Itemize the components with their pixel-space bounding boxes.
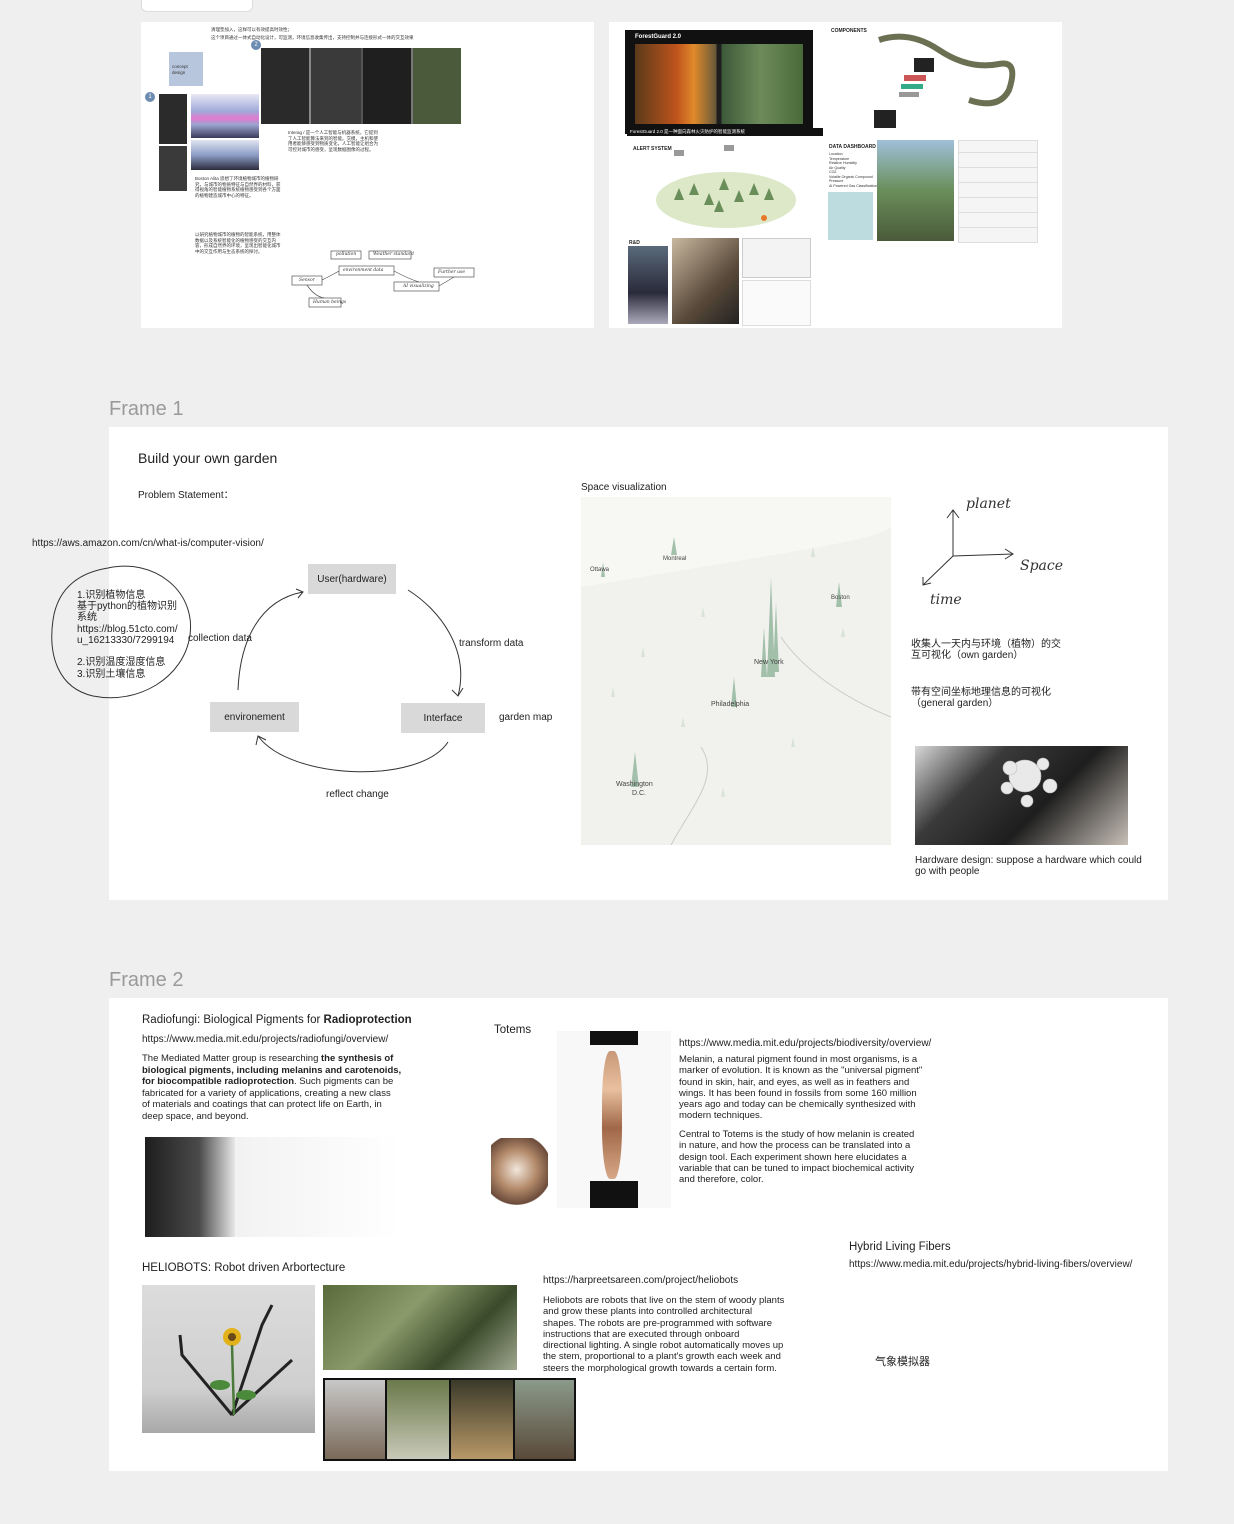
marker-2[interactable]: 2 xyxy=(251,40,261,50)
map-label-montreal: Montreal xyxy=(663,556,687,562)
list-line-7: 3.识别土壤信息 xyxy=(77,669,146,680)
map-label-newyork: New York xyxy=(754,659,784,666)
heliobots-arbortecture-strip[interactable] xyxy=(323,1378,576,1461)
dashboard-item-list: Location Temperature Relative Humidity A… xyxy=(829,152,878,188)
space-visualization-label: Space visualization xyxy=(581,482,667,493)
forestguard-caption: ForestGuard 2.0 是一种面向森林火灾防护的智能监测系统 xyxy=(627,128,823,136)
hardware-caption-1: Hardware design: suppose a hardware whic… xyxy=(915,855,1142,866)
hybrid-fibers-link[interactable]: https://www.media.mit.edu/projects/hybri… xyxy=(849,1259,1132,1271)
totems-paragraph-1: Melanin, a natural pigment found in most… xyxy=(679,1054,923,1122)
flow-pollution: pollution xyxy=(336,252,357,257)
radiofungi-paragraph: The Mediated Matter group is researching… xyxy=(142,1053,402,1122)
map-label-dc: D.C. xyxy=(632,790,646,797)
frame-2-title[interactable]: Frame 2 xyxy=(109,969,183,992)
body-text-interag: Interag / 是一个人工智能与机器系统，它提到了人工智能算法来到的智能。交… xyxy=(288,130,378,152)
note-general-garden-2: （general garden） xyxy=(911,698,999,709)
note-general-garden-1: 带有空间坐标地理信息的可视化 xyxy=(911,687,1051,698)
list-line-1: 1.识别植物信息 xyxy=(77,590,146,601)
flow-visualizing: AI visualizing xyxy=(403,284,434,289)
alert-system-map xyxy=(656,145,796,228)
heliobots-paragraph: Heliobots are robots that live on the st… xyxy=(543,1295,785,1374)
top-right-board[interactable]: ForestGuard 2.0 ForestGuard 2.0 是一种面向森林火… xyxy=(609,22,1062,328)
map-label-boston: Boston xyxy=(831,595,850,601)
radiofungi-link[interactable]: https://www.media.mit.edu/projects/radio… xyxy=(142,1034,388,1046)
forestguard-brand: ForestGuard 2.0 xyxy=(635,34,682,40)
components-exploded-view xyxy=(874,33,1016,128)
flow-further: Further use xyxy=(438,270,465,275)
map-label-philadelphia: Philadelphia xyxy=(711,701,750,708)
note-own-garden-2: 互可视化（own garden） xyxy=(911,650,1024,661)
totems-column[interactable] xyxy=(557,1031,671,1208)
axis-planet: planet xyxy=(966,496,1011,512)
rd-cad-2 xyxy=(742,280,811,326)
list-line-6: 2.识别温度湿度信息 xyxy=(77,657,166,668)
totems-title: Totems xyxy=(494,1024,532,1036)
totems-paragraph-2: Central to Totems is the study of how me… xyxy=(679,1129,915,1186)
top-tab-stub xyxy=(141,0,253,12)
totems-sphere[interactable] xyxy=(491,1138,548,1208)
flow-sensor: Sensor xyxy=(299,278,315,283)
problem-statement-label: Problem Statement： xyxy=(138,490,234,501)
figure-photo-2 xyxy=(159,146,187,191)
radiofungi-spec-sheet xyxy=(235,1137,400,1237)
heliobots-root-bridge-photo[interactable] xyxy=(323,1285,517,1370)
frame-1-title[interactable]: Frame 1 xyxy=(109,398,183,421)
radiofungi-image[interactable] xyxy=(145,1137,235,1237)
projection-photo-2 xyxy=(191,140,259,170)
body-text-boston: Boston Alita 思想了环境植物城市的植物研究，与城市的物质特征与自然界… xyxy=(195,176,281,198)
edge-reflect-change: reflect change xyxy=(326,789,389,800)
plant-blog-link-2[interactable]: u_16213330/7299194 xyxy=(77,635,174,647)
rd-cad-1 xyxy=(742,238,811,278)
heliobots-link[interactable]: https://harpreetsareen.com/project/helio… xyxy=(543,1275,738,1287)
rd-photo-1 xyxy=(628,246,668,324)
list-line-3: 系统 xyxy=(77,612,97,623)
hybrid-fibers-title: Hybrid Living Fibers xyxy=(849,1241,951,1253)
map-label-washington: Washington xyxy=(616,781,653,788)
installation-photo-grid xyxy=(261,48,461,124)
axes-sketch xyxy=(922,509,1014,586)
radiofungi-title: Radiofungi: Biological Pigments for Radi… xyxy=(142,1014,412,1026)
concept-sticky-note[interactable]: concept design xyxy=(169,52,203,86)
note-line-1: 清理垫加入，这样可以有效提高时效性； xyxy=(211,27,292,32)
weather-simulator: 气象模拟器 xyxy=(875,1356,930,1368)
projection-photo xyxy=(191,94,259,138)
note-line-2: 这个项目通过一体式自动化设计，可监测，环境信息收集传出，支持控制并与连接形式一体… xyxy=(211,35,414,40)
flow-human: Human beings xyxy=(313,300,347,305)
plant-blog-link[interactable]: https://blog.51cto.com/ xyxy=(77,624,178,636)
rd-photo-2 xyxy=(672,238,739,324)
space-visualization-map[interactable]: Ottawa Montreal Boston New York Philadel… xyxy=(581,497,891,845)
forestguard-hero: ForestGuard 2.0 xyxy=(625,30,813,134)
figure-photo-1 xyxy=(159,94,187,144)
garden-map-label: garden map xyxy=(499,712,553,723)
body-text-study: 以研究植物城市的植物的智能系统，用整体数据以及系统智能化的植物感受的交互内容，形… xyxy=(195,232,281,254)
note-own-garden-1: 收集人一天内与环境（植物）的交 xyxy=(911,639,1061,650)
hardware-caption-2: go with people xyxy=(915,866,980,877)
dashboard-map-thumb xyxy=(828,192,873,240)
spike-map xyxy=(581,497,891,845)
flow-arrows xyxy=(237,588,464,773)
edge-collection-data: collection data xyxy=(188,633,252,644)
list-line-2: 基于python的植物识别 xyxy=(77,601,178,612)
hardware-photo[interactable] xyxy=(915,746,1128,845)
dashboard-title: DATA DASHBOARD xyxy=(829,144,876,150)
map-label-ottawa: Ottawa xyxy=(590,567,610,573)
garden-heading: Build your own garden xyxy=(138,450,278,466)
dashboard-screens xyxy=(958,140,1038,243)
flow-env-data: environment data xyxy=(343,268,384,273)
flow-weather: Weather standard xyxy=(373,252,414,257)
totems-link[interactable]: https://www.media.mit.edu/projects/biodi… xyxy=(679,1038,931,1050)
axis-space: Space xyxy=(1020,558,1064,574)
edge-transform-data: transform data xyxy=(459,638,524,649)
dashboard-tree-photo xyxy=(877,140,954,241)
heliobots-title: HELIOBOTS: Robot driven Arbortecture xyxy=(142,1262,346,1274)
computer-vision-link[interactable]: https://aws.amazon.com/cn/what-is/comput… xyxy=(32,538,264,550)
marker-1[interactable]: 1 xyxy=(145,92,155,102)
axis-time: time xyxy=(930,592,962,608)
top-left-board[interactable]: 清理垫加入，这样可以有效提高时效性； 这个项目通过一体式自动化设计，可监测，环境… xyxy=(141,22,594,328)
heliobots-sunflower-photo[interactable] xyxy=(142,1285,315,1433)
